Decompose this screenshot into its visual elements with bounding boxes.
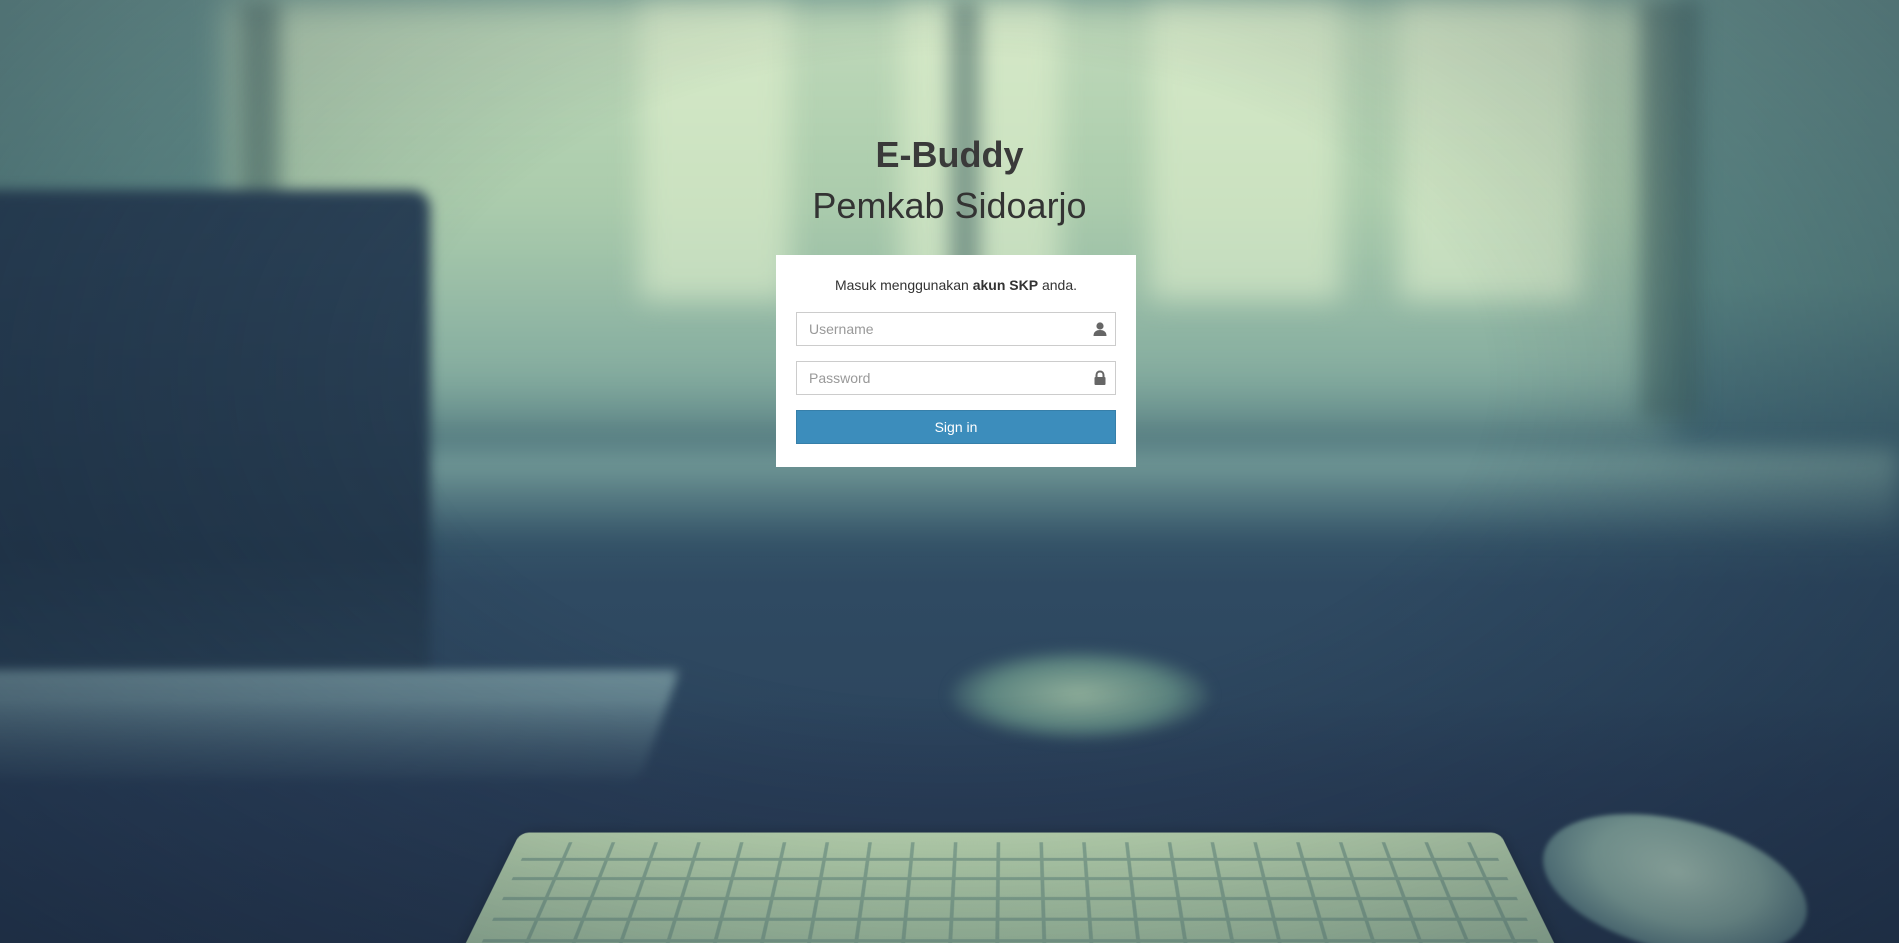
lock-icon [1092, 370, 1108, 386]
app-subtitle: Pemkab Sidoarjo [812, 185, 1087, 226]
password-field-group [796, 361, 1116, 395]
login-message-account: akun SKP [972, 277, 1039, 293]
brand-header: E-Buddy Pemkab Sidoarjo [0, 130, 1899, 232]
app-title: E-Buddy [875, 134, 1024, 175]
signin-button[interactable]: Sign in [796, 410, 1116, 444]
login-panel: Masuk menggunakan akun SKP anda. Sign in [776, 255, 1136, 467]
login-message: Masuk menggunakan akun SKP anda. [796, 275, 1116, 295]
username-field-group [796, 312, 1116, 346]
username-input[interactable] [796, 312, 1116, 346]
login-message-suffix: anda. [1038, 277, 1078, 293]
login-message-prefix: Masuk menggunakan [834, 277, 973, 293]
password-input[interactable] [796, 361, 1116, 395]
user-icon [1092, 321, 1108, 337]
